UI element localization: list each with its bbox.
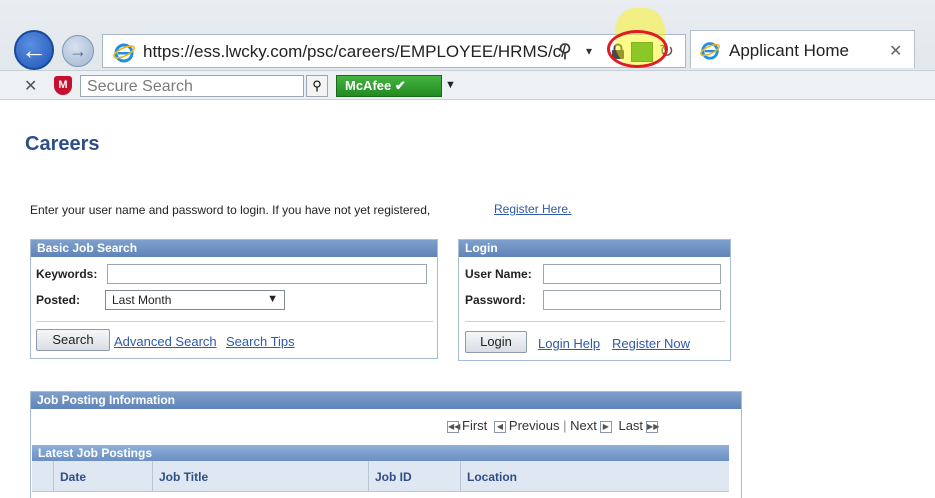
mcafee-toolbar: ✕ M Secure Search ⚲ McAfee ✔ ▼ bbox=[0, 70, 935, 100]
browser-chrome: ← → https://ess.lwcky.com/psc/careers/EM… bbox=[0, 0, 935, 100]
previous-link[interactable]: Previous bbox=[509, 418, 560, 433]
password-label: Password: bbox=[465, 293, 526, 307]
browser-window: ← → https://ess.lwcky.com/psc/careers/EM… bbox=[0, 0, 935, 498]
mcafee-shield-icon[interactable]: M bbox=[54, 76, 72, 95]
page-title: Careers bbox=[25, 133, 100, 155]
last-page-icon[interactable]: ▶▶ bbox=[646, 420, 659, 433]
arrow-right-icon: → bbox=[69, 40, 87, 61]
search-icon[interactable]: ⚲ bbox=[558, 40, 572, 63]
register-now-link[interactable]: Register Now bbox=[612, 336, 690, 351]
address-bar[interactable]: https://ess.lwcky.com/psc/careers/EMPLOY… bbox=[102, 34, 686, 68]
next-link[interactable]: Next bbox=[570, 418, 597, 433]
tab-title: Applicant Home bbox=[729, 41, 850, 60]
latest-postings-header: Latest Job Postings bbox=[32, 445, 729, 461]
panel-header: Basic Job Search bbox=[31, 240, 437, 257]
login-help-link[interactable]: Login Help bbox=[538, 336, 600, 351]
posted-value: Last Month bbox=[112, 293, 172, 307]
username-label: User Name: bbox=[465, 267, 532, 281]
keywords-label: Keywords: bbox=[36, 267, 98, 281]
login-panel: Login User Name: Password: Login Login H… bbox=[458, 239, 731, 361]
browser-tab[interactable]: Applicant Home ✕ bbox=[690, 30, 915, 68]
posted-select[interactable]: Last Month ▼ bbox=[105, 290, 285, 310]
register-here-link[interactable]: Register Here. bbox=[494, 202, 571, 216]
column-header-location[interactable]: Location bbox=[461, 461, 729, 491]
login-button[interactable]: Login bbox=[465, 331, 527, 353]
search-icon: ⚲ bbox=[312, 78, 322, 93]
panel-header: Job Posting Information bbox=[31, 392, 741, 409]
chevron-down-icon[interactable]: ▾ bbox=[586, 44, 592, 58]
first-page-icon[interactable]: ◀◀ bbox=[447, 420, 460, 433]
keywords-input[interactable] bbox=[107, 264, 427, 284]
next-page-icon[interactable]: ▶ bbox=[599, 420, 612, 433]
forward-button[interactable]: → bbox=[62, 35, 94, 67]
posted-label: Posted: bbox=[36, 293, 81, 307]
advanced-search-link[interactable]: Advanced Search bbox=[114, 334, 217, 349]
red-circle-annotation bbox=[607, 30, 668, 68]
url-text: https://ess.lwcky.com/psc/careers/EMPLOY… bbox=[143, 42, 566, 61]
check-icon: ✔ bbox=[394, 78, 406, 93]
pagination: ◀◀ First ◀ Previous | Next ▶ Last ▶▶ bbox=[447, 418, 660, 433]
column-header-job-id[interactable]: Job ID bbox=[369, 461, 461, 491]
arrow-left-icon: ← bbox=[21, 34, 47, 65]
search-button[interactable]: Search bbox=[36, 329, 110, 351]
panel-header: Login bbox=[459, 240, 730, 257]
close-icon[interactable]: ✕ bbox=[889, 41, 902, 61]
chevron-down-icon[interactable]: ▼ bbox=[445, 79, 456, 91]
navigation-bar: ← → https://ess.lwcky.com/psc/careers/EM… bbox=[0, 0, 935, 70]
internet-explorer-icon bbox=[113, 43, 135, 63]
mcafee-label: McAfee bbox=[345, 78, 392, 93]
table-row bbox=[32, 491, 729, 498]
intro-text: Enter your user name and password to log… bbox=[30, 203, 431, 217]
back-button[interactable]: ← bbox=[14, 30, 54, 70]
close-toolbar-icon[interactable]: ✕ bbox=[24, 76, 37, 96]
search-tips-link[interactable]: Search Tips bbox=[226, 334, 295, 349]
divider bbox=[465, 321, 725, 322]
column-header-blank bbox=[32, 461, 54, 491]
previous-page-icon[interactable]: ◀ bbox=[493, 420, 506, 433]
internet-explorer-icon bbox=[699, 42, 721, 60]
secure-search-input[interactable]: Secure Search bbox=[80, 75, 304, 97]
basic-job-search-panel: Basic Job Search Keywords: Posted: Last … bbox=[30, 239, 438, 359]
column-header-job-title[interactable]: Job Title bbox=[153, 461, 369, 491]
column-header-date[interactable]: Date bbox=[54, 461, 153, 491]
last-link[interactable]: Last bbox=[618, 418, 643, 433]
search-button[interactable]: ⚲ bbox=[306, 75, 328, 97]
page-content: Careers Enter your user name and passwor… bbox=[0, 101, 935, 498]
chevron-down-icon: ▼ bbox=[267, 293, 278, 305]
first-link[interactable]: First bbox=[462, 418, 487, 433]
mcafee-badge[interactable]: McAfee ✔ bbox=[336, 75, 442, 97]
password-input[interactable] bbox=[543, 290, 721, 310]
divider bbox=[36, 321, 433, 322]
username-input[interactable] bbox=[543, 264, 721, 284]
